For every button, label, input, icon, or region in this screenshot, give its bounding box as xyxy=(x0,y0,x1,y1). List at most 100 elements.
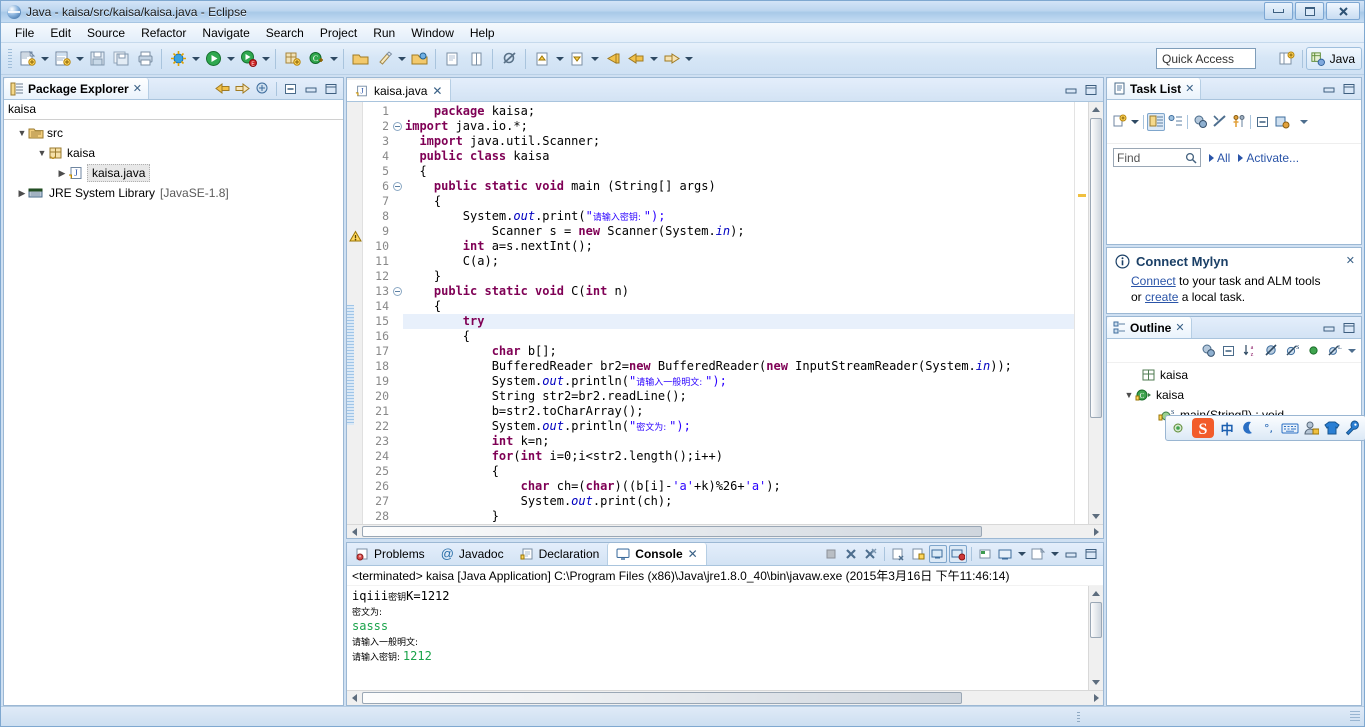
tree-item-src[interactable]: ▼ src xyxy=(4,123,343,143)
resize-grip[interactable] xyxy=(1350,711,1360,723)
code-text-area[interactable]: package kaisa; import java.io.*; import j… xyxy=(403,102,1074,524)
new-wizard-icon[interactable] xyxy=(16,48,38,70)
maximize-icon[interactable] xyxy=(1082,545,1100,563)
create-link[interactable]: create xyxy=(1145,290,1178,304)
hide-local-types-icon[interactable]: L xyxy=(1325,342,1343,360)
code-line[interactable]: { xyxy=(403,164,1074,179)
new-java-class-icon[interactable]: C xyxy=(305,48,327,70)
code-line[interactable]: b=str2.toCharArray(); xyxy=(403,404,1074,419)
editor-vertical-scrollbar[interactable] xyxy=(1088,102,1103,524)
pin-console-icon[interactable] xyxy=(949,545,967,563)
twisty-expanded-icon[interactable]: ▼ xyxy=(36,148,48,158)
show-console-on-output-icon[interactable] xyxy=(929,545,947,563)
back-dropdown-icon[interactable] xyxy=(648,48,659,70)
tab-console[interactable]: Console ✕ xyxy=(607,543,707,565)
menu-window[interactable]: Window xyxy=(403,24,462,42)
new-task-dropdown-icon[interactable] xyxy=(1129,111,1140,133)
console-horizontal-scrollbar[interactable] xyxy=(347,690,1103,705)
code-line[interactable]: char b[]; xyxy=(403,344,1074,359)
debug-dropdown-icon[interactable] xyxy=(190,48,201,70)
outline-item-class[interactable]: ▼ C kaisa xyxy=(1107,385,1361,405)
new-java-project-icon[interactable] xyxy=(51,48,73,70)
search-icon[interactable] xyxy=(1185,152,1197,164)
back-icon[interactable] xyxy=(625,48,647,70)
code-line[interactable]: String str2=br2.readLine(); xyxy=(403,389,1074,404)
find-input[interactable]: Find xyxy=(1113,148,1201,167)
console-dropdown-icon[interactable] xyxy=(1016,543,1027,565)
previous-annotation-icon[interactable] xyxy=(566,48,588,70)
next-annotation-icon[interactable] xyxy=(531,48,553,70)
code-line[interactable]: int a=s.nextInt(); xyxy=(403,239,1074,254)
forward-dropdown-icon[interactable] xyxy=(683,48,694,70)
maximize-icon[interactable] xyxy=(1082,81,1100,99)
code-line[interactable]: System.out.println("请输入一般明文: "); xyxy=(403,374,1074,389)
console-output[interactable]: iqiii密钥K=1212 密文为: sasss 请输入一般明文: 请输入密钥: 121… xyxy=(347,586,1103,690)
code-line[interactable]: package kaisa; xyxy=(403,104,1074,119)
overview-ruler[interactable] xyxy=(1074,102,1088,524)
sort-icon[interactable]: a z xyxy=(1241,342,1259,360)
scrollbar-thumb[interactable] xyxy=(1090,602,1102,638)
skip-all-breakpoints-icon[interactable] xyxy=(498,48,520,70)
scroll-right-arrow[interactable] xyxy=(1089,691,1103,705)
minimize-icon[interactable] xyxy=(1320,319,1338,337)
focus-on-workweek-icon[interactable] xyxy=(1229,113,1247,131)
menu-project[interactable]: Project xyxy=(312,24,365,42)
new-java-class-dropdown-icon[interactable] xyxy=(328,48,339,70)
maximize-icon[interactable] xyxy=(1340,80,1358,98)
focus-on-active-task-icon[interactable] xyxy=(1199,342,1217,360)
scroll-up-arrow[interactable] xyxy=(1089,102,1103,117)
scroll-up-arrow[interactable] xyxy=(1089,586,1103,601)
scroll-right-arrow[interactable] xyxy=(1089,525,1103,539)
hscrollbar-thumb[interactable] xyxy=(362,692,962,704)
outline-item-package[interactable]: kaisa xyxy=(1107,365,1361,385)
close-icon[interactable]: ✕ xyxy=(688,547,698,561)
new-java-project-dropdown-icon[interactable] xyxy=(74,48,85,70)
filter-all-link[interactable]: All xyxy=(1209,151,1230,165)
warning-marker-icon[interactable] xyxy=(349,230,362,246)
soft-keyboard-icon[interactable] xyxy=(1281,419,1299,438)
debug-icon[interactable] xyxy=(167,48,189,70)
code-line[interactable]: public class kaisa xyxy=(403,149,1074,164)
user-icon[interactable] xyxy=(1303,419,1320,438)
maximize-icon[interactable] xyxy=(1340,319,1358,337)
terminate-icon[interactable] xyxy=(822,545,840,563)
menu-edit[interactable]: Edit xyxy=(42,24,79,42)
next-annotation-dropdown-icon[interactable] xyxy=(554,48,565,70)
tab-problems[interactable]: Problems xyxy=(347,543,433,565)
open-perspective-icon[interactable] xyxy=(1275,47,1299,70)
minimize-icon[interactable] xyxy=(1062,545,1080,563)
quick-access-input[interactable]: Quick Access xyxy=(1156,48,1256,69)
synchronize-icon[interactable] xyxy=(1191,113,1209,131)
close-icon[interactable]: ✕ xyxy=(133,82,142,95)
toggle-mark-occurrences-icon[interactable] xyxy=(441,48,463,70)
open-type-icon[interactable] xyxy=(349,48,371,70)
scrollbar-thumb[interactable] xyxy=(1090,118,1102,418)
scroll-left-arrow[interactable] xyxy=(347,525,361,539)
close-icon[interactable]: ✕ xyxy=(1346,254,1355,267)
run-coverage-dropdown-icon[interactable] xyxy=(260,48,271,70)
forward-icon[interactable] xyxy=(233,80,251,98)
code-line[interactable]: char ch=(char)((b[i]-'a'+k)%26+'a'); xyxy=(403,479,1074,494)
maximize-button[interactable] xyxy=(1295,2,1324,20)
code-line[interactable]: try xyxy=(403,314,1074,329)
code-line[interactable]: for(int i=0;i<str2.length();i++) xyxy=(403,449,1074,464)
code-line[interactable]: { xyxy=(403,299,1074,314)
moon-icon[interactable] xyxy=(1239,419,1256,438)
code-line[interactable]: import java.io.*; xyxy=(403,119,1074,134)
skin-icon[interactable] xyxy=(1324,419,1341,438)
menu-search[interactable]: Search xyxy=(258,24,312,42)
scroll-left-arrow[interactable] xyxy=(347,691,361,705)
scheduled-presentation-icon[interactable] xyxy=(1166,113,1184,131)
last-edit-location-icon[interactable] xyxy=(601,48,623,70)
new-task-icon[interactable] xyxy=(1110,113,1128,131)
scroll-down-arrow[interactable] xyxy=(1089,675,1103,690)
code-line[interactable]: System.out.print("请输入密钥: "); xyxy=(403,209,1074,224)
toolbar-grip[interactable] xyxy=(8,48,12,69)
scroll-down-arrow[interactable] xyxy=(1089,509,1103,524)
fold-toggle-icon[interactable] xyxy=(391,179,403,194)
minimize-button[interactable] xyxy=(1264,2,1293,20)
code-line[interactable]: } xyxy=(403,509,1074,524)
menu-source[interactable]: Source xyxy=(79,24,133,42)
code-line[interactable]: } xyxy=(403,269,1074,284)
menu-refactor[interactable]: Refactor xyxy=(133,24,194,42)
